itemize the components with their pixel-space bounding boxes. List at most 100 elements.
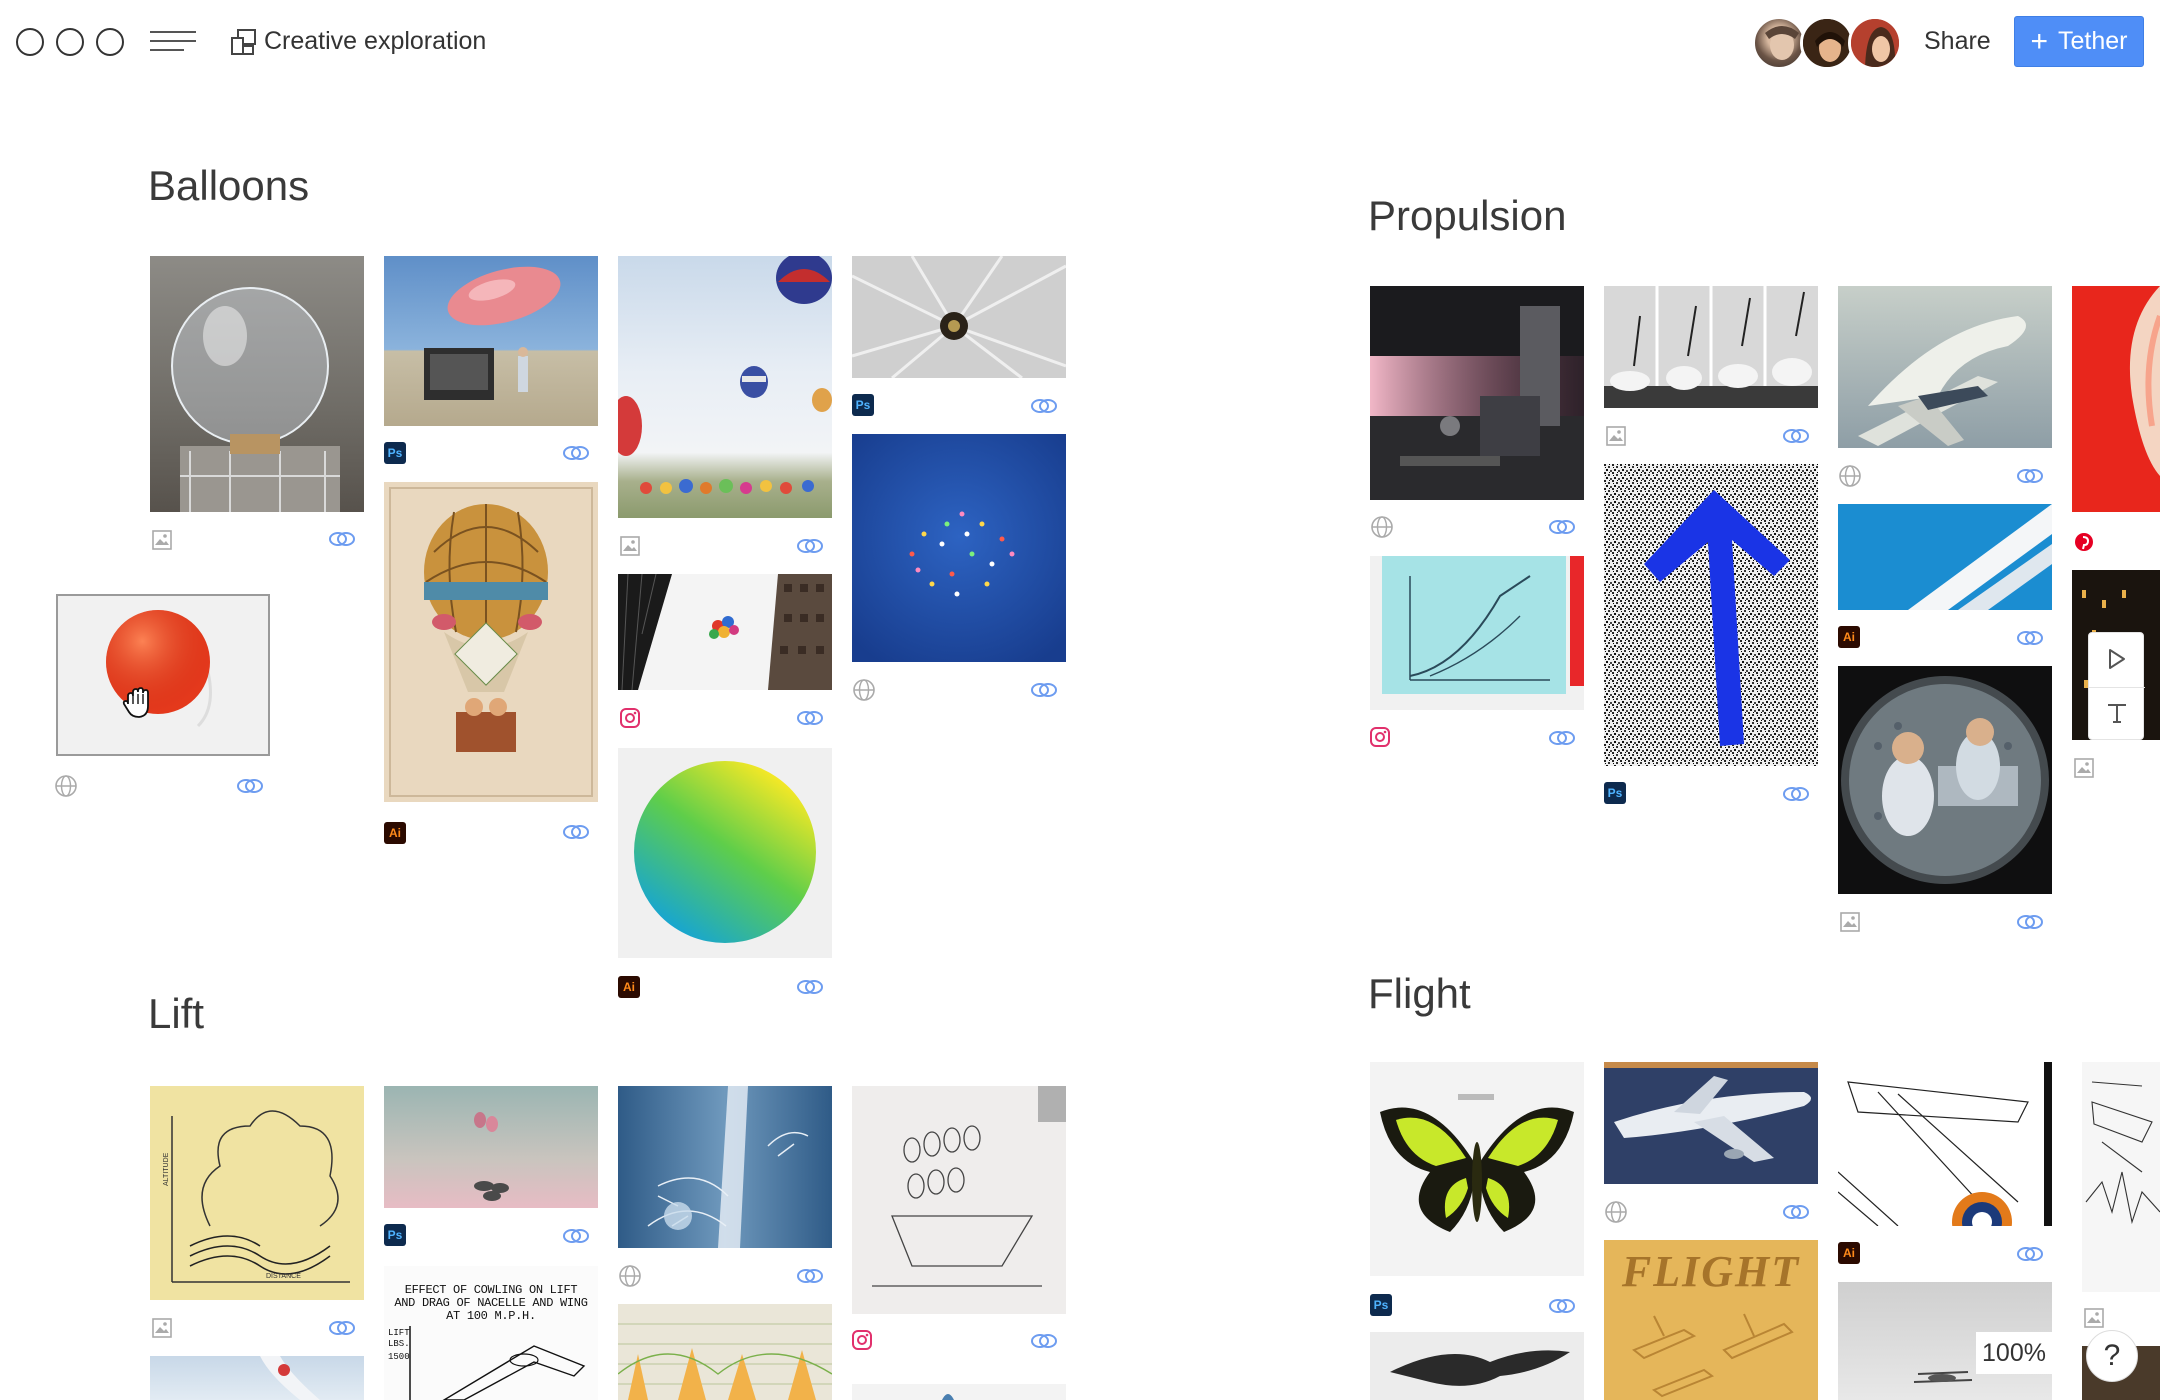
- text-tool-icon[interactable]: [2105, 701, 2129, 725]
- image-card-blue-arrow[interactable]: [1604, 464, 1818, 766]
- section-title-propulsion[interactable]: Propulsion: [1368, 192, 1566, 240]
- link-icon[interactable]: [1030, 681, 1058, 699]
- image-card-bird-sketch[interactable]: [1370, 1332, 1584, 1400]
- menu-icon[interactable]: [150, 30, 198, 54]
- image-card-partial[interactable]: [852, 1384, 1066, 1400]
- image-card-sky-partial[interactable]: [150, 1356, 364, 1400]
- link-icon[interactable]: [1548, 1297, 1576, 1315]
- image-card-engineering-sketch[interactable]: [852, 1086, 1066, 1314]
- link-icon[interactable]: [328, 1319, 356, 1337]
- image-card-painted-jet[interactable]: [1838, 286, 2052, 448]
- tether-label: Tether: [2058, 27, 2128, 55]
- link-icon[interactable]: [796, 978, 824, 996]
- image-icon: [2084, 1308, 2104, 1328]
- link-icon[interactable]: [2016, 1245, 2044, 1263]
- image-card-engine-test[interactable]: [1370, 286, 1584, 500]
- image-card-blue-geometric[interactable]: [1838, 504, 2052, 610]
- project-title[interactable]: Creative exploration: [264, 26, 486, 56]
- collaborator-avatar[interactable]: [1752, 16, 1806, 70]
- globe-icon: [619, 1265, 641, 1287]
- image-icon: [1840, 912, 1860, 932]
- link-icon[interactable]: [1548, 518, 1576, 536]
- link-icon[interactable]: [1782, 785, 1810, 803]
- image-card-airliner[interactable]: [1604, 1062, 1818, 1184]
- image-icon: [620, 536, 640, 556]
- image-card-cyanotype[interactable]: [618, 1086, 832, 1248]
- instagram-icon: [852, 1330, 872, 1350]
- instagram-icon: [1370, 727, 1390, 747]
- link-icon[interactable]: [2016, 913, 2044, 931]
- image-card-glass-balloon[interactable]: [150, 256, 364, 512]
- photoshop-icon: Ps: [384, 442, 406, 464]
- globe-icon: [1605, 1201, 1627, 1223]
- link-icon[interactable]: [796, 709, 824, 727]
- plus-icon: +: [2030, 24, 2049, 58]
- image-card-cowling-chart[interactable]: EFFECT OF COWLING ON LIFT AND DRAG OF NA…: [384, 1266, 598, 1400]
- photoshop-icon: Ps: [1370, 1294, 1392, 1316]
- link-icon[interactable]: [2016, 467, 2044, 485]
- image-card-butterfly[interactable]: [1370, 1062, 1584, 1276]
- link-icon[interactable]: [796, 1267, 824, 1285]
- image-card-gradient-sphere[interactable]: [618, 748, 832, 958]
- globe-icon: [55, 775, 77, 797]
- link-icon[interactable]: [562, 823, 590, 841]
- instagram-icon: [620, 708, 640, 728]
- globe-icon: [1839, 465, 1861, 487]
- image-card-pink-blimp[interactable]: [384, 256, 598, 426]
- image-card-red-poster[interactable]: [2072, 286, 2160, 512]
- section-title-lift[interactable]: Lift: [148, 990, 204, 1038]
- illustrator-icon: Ai: [1838, 626, 1860, 648]
- photoshop-icon: Ps: [1604, 782, 1626, 804]
- window-maximize-button[interactable]: [96, 28, 124, 56]
- link-icon[interactable]: [1030, 1332, 1058, 1350]
- photoshop-icon: Ps: [852, 394, 874, 416]
- image-card-colored-charts[interactable]: [618, 1304, 832, 1400]
- section-title-balloons[interactable]: Balloons: [148, 162, 309, 210]
- link-icon[interactable]: [236, 777, 264, 795]
- image-card-flight-sketches[interactable]: [2082, 1062, 2160, 1292]
- link-icon[interactable]: [1030, 397, 1058, 415]
- window-minimize-button[interactable]: [56, 28, 84, 56]
- collaborator-avatar[interactable]: [1848, 16, 1902, 70]
- link-icon[interactable]: [796, 537, 824, 555]
- image-card-vintage-balloon[interactable]: [384, 482, 598, 802]
- image-card-airplane-technical[interactable]: [1838, 1062, 2052, 1226]
- window-close-button[interactable]: [16, 28, 44, 56]
- link-icon[interactable]: [1782, 1203, 1810, 1221]
- illustrator-icon: Ai: [1838, 1242, 1860, 1264]
- image-card-engineers-porthole[interactable]: [1838, 666, 2052, 894]
- grab-hand-icon: [122, 687, 149, 718]
- link-icon[interactable]: [1782, 427, 1810, 445]
- image-icon: [2074, 758, 2094, 778]
- image-card-rocket-launches[interactable]: [1604, 286, 1818, 408]
- section-title-flight[interactable]: Flight: [1368, 970, 1471, 1018]
- lift-diagram-side-label: ALTITUDE: [163, 1152, 170, 1186]
- image-card-parachute[interactable]: [852, 256, 1066, 378]
- image-card-cyan-graph[interactable]: [1370, 556, 1584, 710]
- link-icon[interactable]: [562, 444, 590, 462]
- image-card-balloon-festival[interactable]: [618, 256, 832, 518]
- image-card-lift-diagram[interactable]: ALTITUDE DISTANCE: [150, 1086, 364, 1300]
- collaborator-avatar[interactable]: [1800, 16, 1854, 70]
- pointer-tool-icon[interactable]: [2105, 647, 2129, 671]
- globe-icon: [1371, 516, 1393, 538]
- image-icon: [152, 1318, 172, 1338]
- image-icon: [152, 530, 172, 550]
- image-icon: [1606, 426, 1626, 446]
- image-card-orange-balloon-dragging[interactable]: [56, 594, 270, 756]
- image-card-balloons-buildings[interactable]: [618, 574, 832, 690]
- link-icon[interactable]: [2016, 629, 2044, 647]
- image-card-sky-balloons[interactable]: [852, 434, 1066, 662]
- image-card-flight-poster[interactable]: FLIGHT: [1604, 1240, 1818, 1400]
- link-icon[interactable]: [328, 530, 356, 548]
- link-icon[interactable]: [1548, 729, 1576, 747]
- tether-button[interactable]: + Tether: [2014, 16, 2144, 67]
- image-card-pink-sky[interactable]: [384, 1086, 598, 1208]
- share-button[interactable]: Share: [1924, 26, 1991, 56]
- board-icon: [231, 29, 256, 55]
- photoshop-icon: Ps: [384, 1224, 406, 1246]
- link-icon[interactable]: [562, 1227, 590, 1245]
- zoom-level[interactable]: 100%: [1976, 1332, 2052, 1374]
- help-button[interactable]: ?: [2086, 1330, 2138, 1382]
- illustrator-icon: Ai: [618, 976, 640, 998]
